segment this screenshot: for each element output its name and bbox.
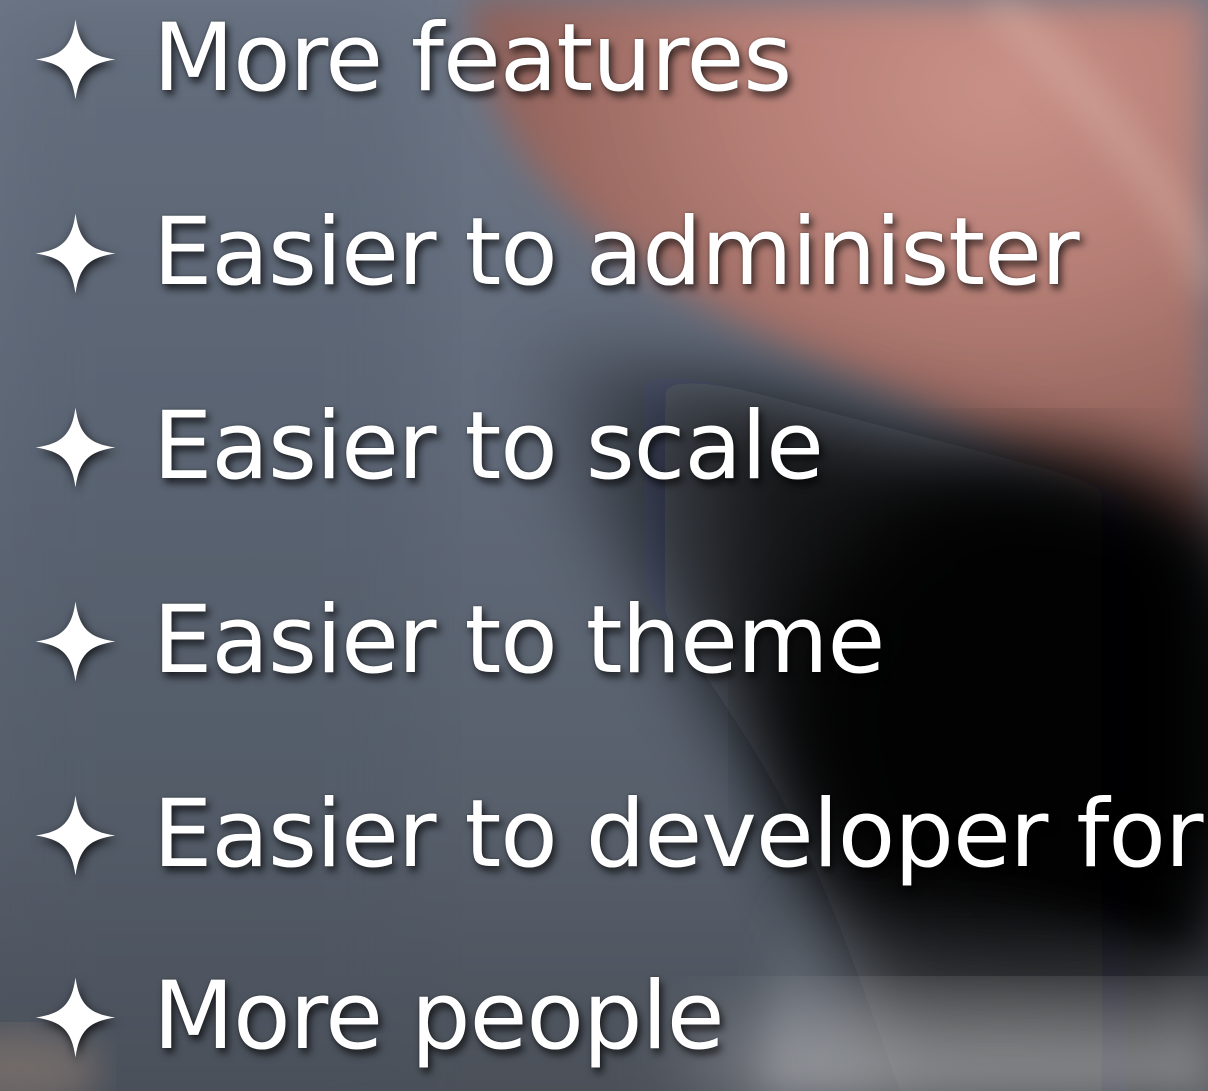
list-item: Easier to developer for	[28, 760, 1204, 910]
bullet-text: Easier to administer	[153, 198, 1080, 307]
bullet-text: More features	[153, 4, 792, 113]
bullet-text: More people	[153, 962, 725, 1071]
four-point-star-icon	[35, 213, 116, 293]
four-point-star-icon	[35, 795, 116, 875]
list-item: Easier to administer	[28, 178, 1080, 328]
list-item: More people	[28, 942, 725, 1091]
bullet-text: Easier to theme	[153, 586, 885, 695]
list-item: Easier to theme	[28, 566, 885, 716]
list-item: Easier to scale	[28, 372, 824, 522]
four-point-star-icon	[35, 977, 116, 1057]
bullet-list: More features Easier to administer Easie…	[0, 0, 1208, 1091]
list-item: More features	[28, 0, 792, 134]
four-point-star-icon	[35, 601, 116, 681]
bullet-text: Easier to scale	[153, 392, 824, 501]
four-point-star-icon	[35, 407, 116, 487]
presentation-slide: More features Easier to administer Easie…	[0, 0, 1208, 1091]
four-point-star-icon	[35, 19, 116, 99]
bullet-text: Easier to developer for	[153, 780, 1204, 889]
